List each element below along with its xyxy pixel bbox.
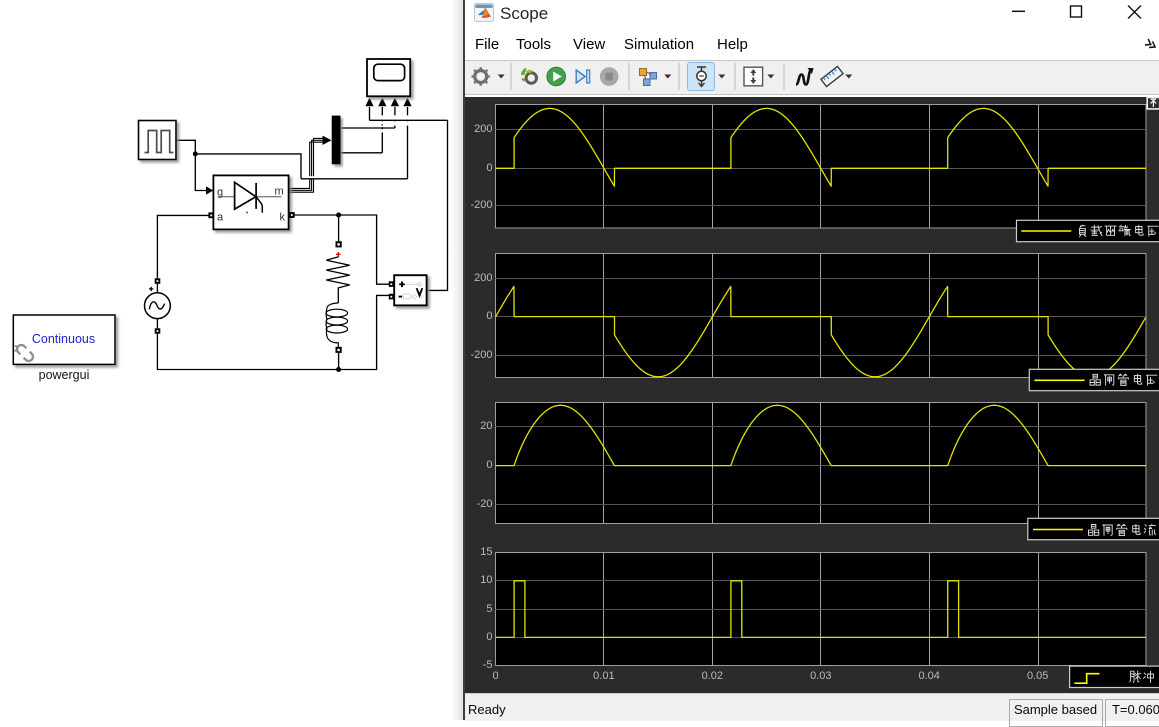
svg-text:g: g bbox=[217, 187, 223, 199]
svg-text:m: m bbox=[275, 186, 284, 198]
svg-text:a: a bbox=[217, 211, 224, 223]
svg-text:k: k bbox=[280, 211, 286, 223]
svg-text:Continuous: Continuous bbox=[32, 332, 95, 346]
svg-text:powergui: powergui bbox=[39, 368, 90, 382]
